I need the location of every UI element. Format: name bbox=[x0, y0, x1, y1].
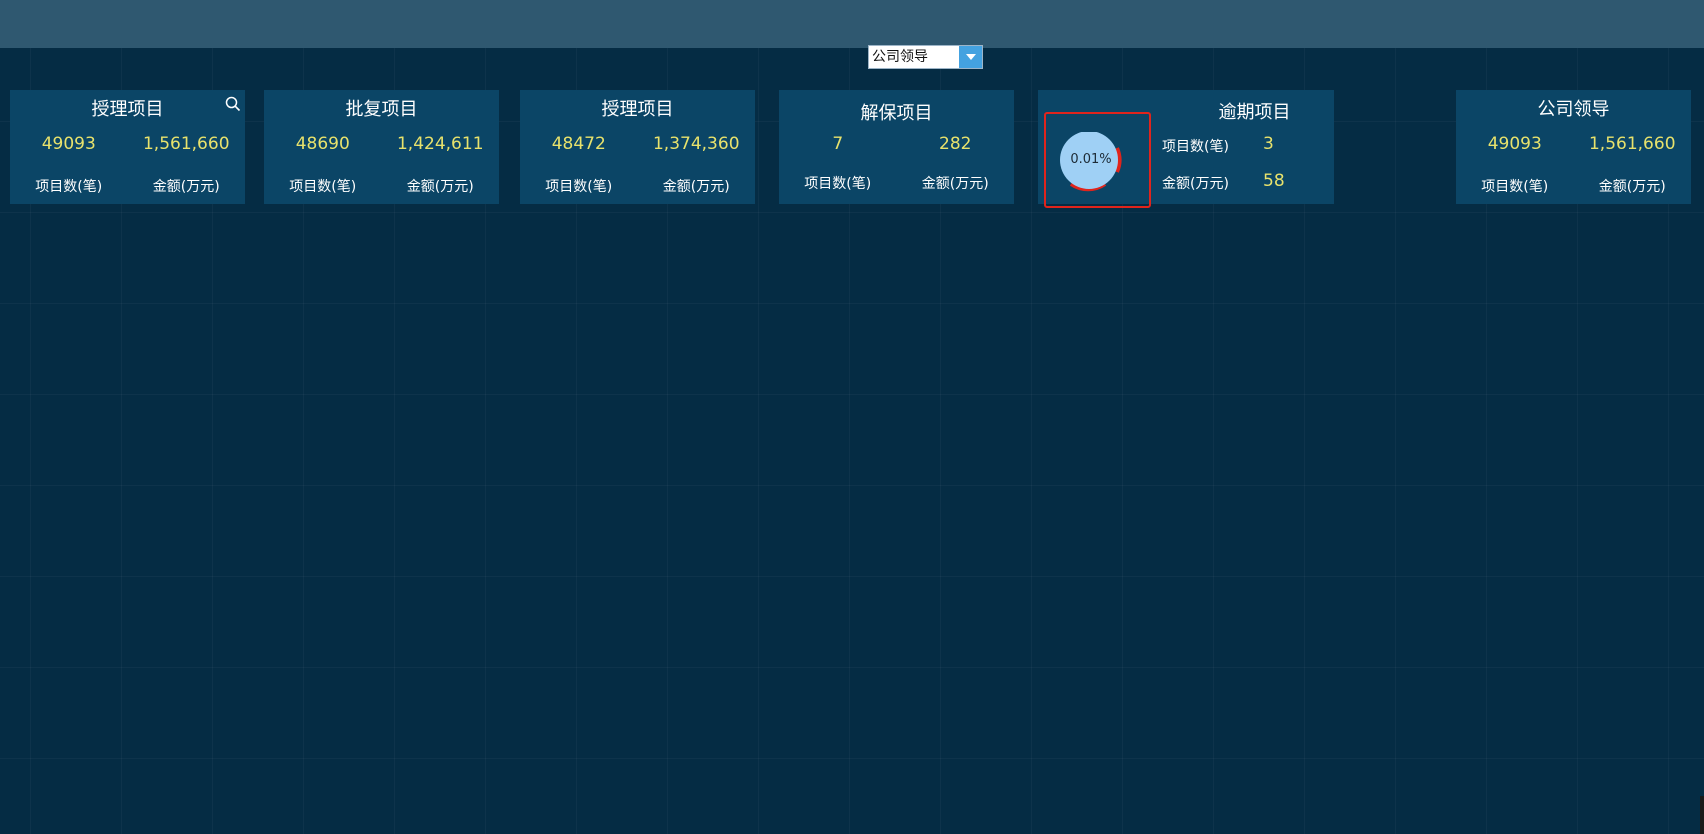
top-bar bbox=[0, 0, 1704, 48]
chevron-down-icon bbox=[965, 53, 976, 60]
overdue-ratio-label: 0.01% bbox=[1070, 152, 1112, 167]
project-amount-label: 金额(万元) bbox=[921, 176, 989, 192]
project-amount: 58 bbox=[1263, 171, 1285, 191]
project-count-label: 项目数(笔) bbox=[1481, 179, 1549, 195]
role-select-value: 公司领导 bbox=[872, 49, 928, 65]
stat-card-approved-projects: 批复项目 48690 1,424,611 项目数(笔) 金额(万元) bbox=[264, 90, 499, 204]
card-title: 批复项目 bbox=[345, 99, 418, 120]
stat-card-accepted-projects-2: 授理项目 48472 1,374,360 项目数(笔) 金额(万元) bbox=[520, 90, 755, 204]
project-amount: 1,561,660 bbox=[142, 134, 230, 154]
stat-card-overdue-projects: 逾期项目 0.01% 项目数(笔) 3 金额(万元) 58 bbox=[1038, 90, 1334, 208]
dropdown-button[interactable] bbox=[959, 46, 982, 68]
project-count: 3 bbox=[1263, 134, 1274, 154]
role-select[interactable]: 公司领导 bbox=[868, 45, 983, 69]
card-title: 公司领导 bbox=[1537, 99, 1610, 120]
project-count: 49093 bbox=[1487, 134, 1542, 154]
stat-card-released-projects: 解保项目 7 282 项目数(笔) 金额(万元) bbox=[779, 90, 1014, 204]
project-amount: 1,424,611 bbox=[396, 134, 484, 154]
project-amount: 1,561,660 bbox=[1588, 134, 1676, 154]
card-title: 解保项目 bbox=[860, 103, 933, 124]
project-amount: 1,374,360 bbox=[652, 134, 740, 154]
project-count: 7 bbox=[832, 134, 844, 154]
project-amount: 282 bbox=[939, 134, 972, 154]
stat-card-company-leadership: 公司领导 49093 1,561,660 项目数(笔) 金额(万元) bbox=[1456, 90, 1691, 204]
project-count: 48472 bbox=[551, 134, 606, 154]
project-count: 49093 bbox=[41, 134, 96, 154]
card-title: 逾期项目 bbox=[1218, 102, 1291, 123]
scrollbar-thumb[interactable] bbox=[1700, 796, 1704, 834]
stat-card-accepted-projects: 授理项目 49093 1,561,660 项目数(笔) 金额(万元) bbox=[10, 90, 245, 204]
project-count-label: 项目数(笔) bbox=[289, 179, 357, 195]
card-title: 授理项目 bbox=[91, 99, 164, 120]
project-amount-label: 金额(万元) bbox=[1162, 176, 1229, 192]
search-icon[interactable] bbox=[225, 96, 241, 112]
project-count-label: 项目数(笔) bbox=[1162, 139, 1229, 155]
project-amount-label: 金额(万元) bbox=[662, 179, 730, 195]
project-count: 48690 bbox=[295, 134, 350, 154]
project-count-label: 项目数(笔) bbox=[545, 179, 613, 195]
project-amount-label: 金额(万元) bbox=[406, 179, 474, 195]
card-title: 授理项目 bbox=[601, 99, 674, 120]
project-count-label: 项目数(笔) bbox=[804, 176, 872, 192]
project-amount-label: 金额(万元) bbox=[152, 179, 220, 195]
project-amount-label: 金额(万元) bbox=[1598, 179, 1666, 195]
project-count-label: 项目数(笔) bbox=[35, 179, 103, 195]
